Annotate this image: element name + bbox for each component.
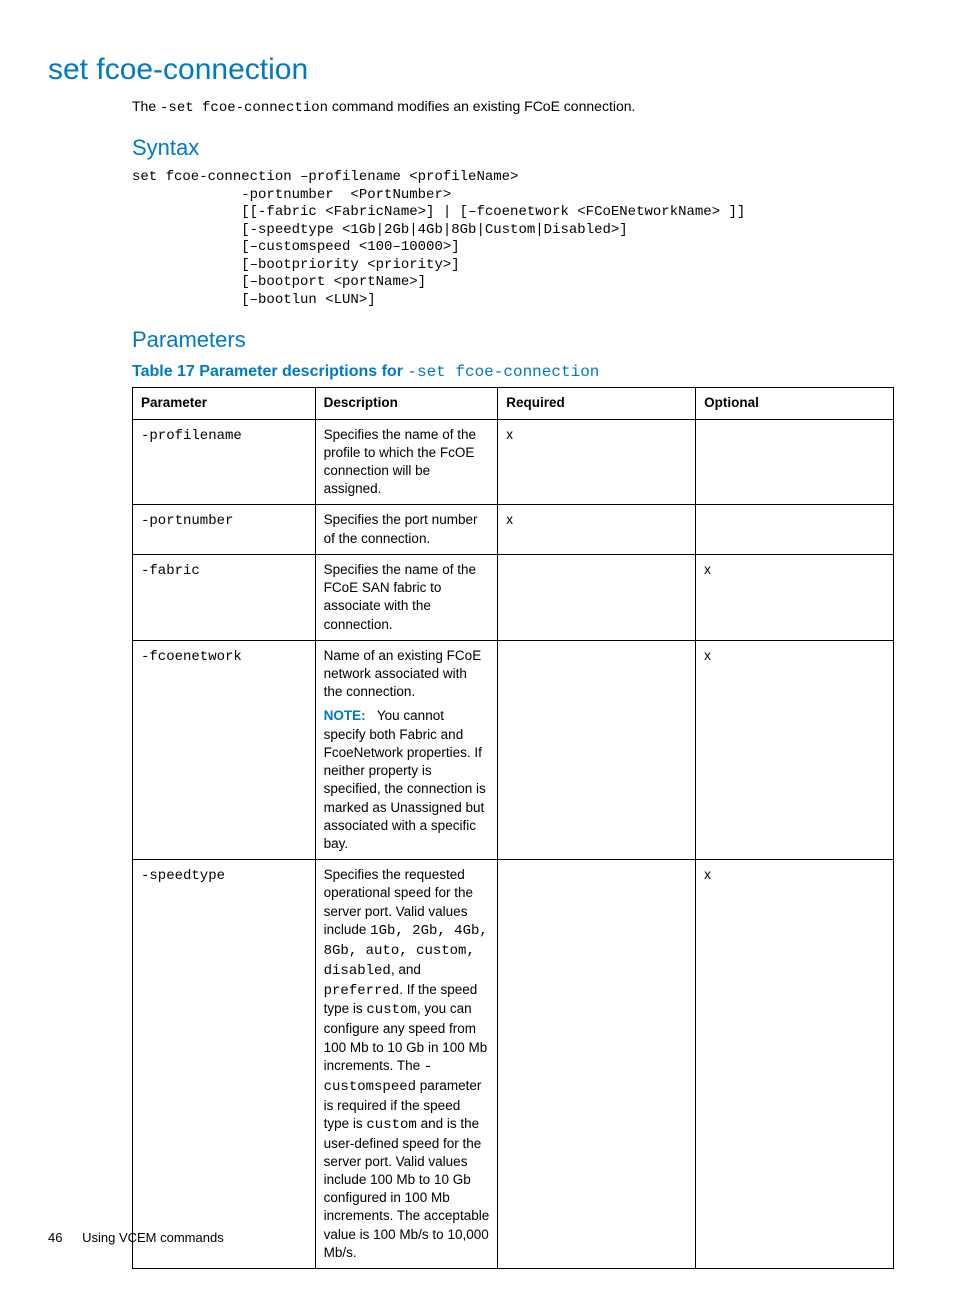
th-required: Required	[498, 388, 696, 419]
parameters-heading: Parameters	[132, 325, 894, 355]
table-row: -fcoenetwork Name of an existing FCoE ne…	[133, 640, 894, 859]
param-optional: x	[696, 554, 894, 640]
param-desc: Specifies the requested operational spee…	[315, 860, 498, 1269]
footer-section: Using VCEM commands	[82, 1230, 224, 1245]
table-caption-prefix: Table 17 Parameter descriptions for	[132, 363, 407, 380]
fcoenetwork-note: NOTE: You cannot specify both Fabric and…	[324, 707, 490, 853]
param-name: -profilename	[141, 428, 242, 444]
param-optional: x	[696, 640, 894, 859]
speedtype-custom2: custom	[366, 1117, 416, 1133]
param-optional	[696, 505, 894, 554]
param-optional: x	[696, 860, 894, 1269]
th-optional: Optional	[696, 388, 894, 419]
intro-paragraph: The -set fcoe-connection command modifie…	[132, 97, 894, 118]
page-footer: 46 Using VCEM commands	[48, 1229, 224, 1247]
intro-code: -set fcoe-connection	[160, 100, 328, 116]
param-required	[498, 860, 696, 1269]
syntax-heading: Syntax	[132, 133, 894, 163]
param-name: -speedtype	[141, 868, 225, 884]
param-desc: Name of an existing FCoE network associa…	[315, 640, 498, 859]
note-text: You cannot specify both Fabric and FcoeN…	[324, 708, 486, 851]
param-required: x	[498, 419, 696, 505]
param-required: x	[498, 505, 696, 554]
param-required	[498, 554, 696, 640]
parameters-table: Parameter Description Required Optional …	[132, 387, 894, 1269]
table-header-row: Parameter Description Required Optional	[133, 388, 894, 419]
page-title: set fcoe-connection	[48, 50, 894, 91]
table-caption: Table 17 Parameter descriptions for -set…	[132, 361, 894, 384]
param-name: -portnumber	[141, 513, 233, 529]
param-desc: Specifies the port number of the connect…	[315, 505, 498, 554]
param-desc: Specifies the name of the profile to whi…	[315, 419, 498, 505]
param-optional	[696, 419, 894, 505]
intro-pre: The	[132, 98, 160, 114]
param-name: -fcoenetwork	[141, 649, 242, 665]
th-description: Description	[315, 388, 498, 419]
intro-post: command modifies an existing FCoE connec…	[328, 98, 635, 114]
param-desc: Specifies the name of the FCoE SAN fabri…	[315, 554, 498, 640]
speedtype-pref: preferred	[324, 983, 400, 999]
th-parameter: Parameter	[133, 388, 316, 419]
param-required	[498, 640, 696, 859]
table-caption-code: -set fcoe-connection	[407, 363, 599, 381]
table-row: -fabric Specifies the name of the FCoE S…	[133, 554, 894, 640]
speedtype-custom1: custom	[366, 1002, 416, 1018]
param-name: -fabric	[141, 563, 200, 579]
fcoenetwork-desc1: Name of an existing FCoE network associa…	[324, 647, 490, 702]
table-row: -speedtype Specifies the requested opera…	[133, 860, 894, 1269]
table-row: -profilename Specifies the name of the p…	[133, 419, 894, 505]
page-number: 46	[48, 1230, 62, 1245]
speedtype-b: , and	[391, 962, 421, 977]
syntax-block: set fcoe-connection –profilename <profil…	[132, 169, 894, 309]
speedtype-f: and is the user-defined speed for the se…	[324, 1116, 490, 1260]
note-label: NOTE:	[324, 708, 366, 723]
table-row: -portnumber Specifies the port number of…	[133, 505, 894, 554]
